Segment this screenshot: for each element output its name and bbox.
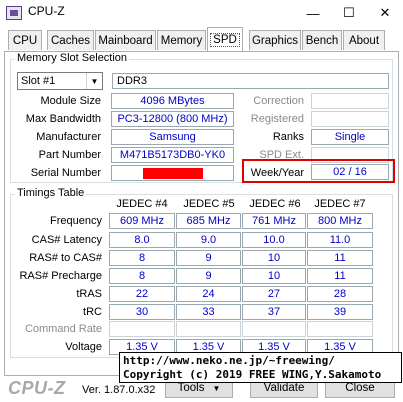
timing-col-head: JEDEC #5	[183, 198, 235, 210]
timing-cell	[109, 321, 175, 337]
correction-label: Correction	[253, 95, 304, 107]
timing-cell: 761 MHz	[242, 213, 306, 229]
tab-bench[interactable]: Bench	[302, 30, 342, 50]
timing-cell: 609 MHz	[109, 213, 175, 229]
copyright-overlay: http://www.neko.ne.jp/~freewing/ Copyrig…	[119, 352, 402, 383]
timing-cell: 30	[109, 304, 175, 320]
tab-strip: CPU Caches Mainboard Memory SPD Graphics…	[0, 27, 403, 52]
tab-cpu[interactable]: CPU	[8, 30, 42, 50]
registered-value	[311, 111, 389, 127]
timing-row-label: Voltage	[65, 341, 102, 353]
max-bandwidth-value: PC3-12800 (800 MHz)	[111, 111, 234, 127]
timing-cell: 33	[176, 304, 241, 320]
tab-graphics[interactable]: Graphics	[249, 30, 301, 50]
serial-redaction	[143, 168, 203, 179]
timing-cell	[176, 321, 241, 337]
window-title: CPU-Z	[28, 4, 65, 18]
maximize-button[interactable]: ☐	[331, 0, 367, 26]
timing-col-head: JEDEC #4	[116, 198, 168, 210]
timing-cell: 9	[176, 268, 241, 284]
correction-value	[311, 93, 389, 109]
timing-cell: 39	[307, 304, 373, 320]
timing-cell: 37	[242, 304, 306, 320]
timing-cell: 685 MHz	[176, 213, 241, 229]
timing-cell: 11	[307, 268, 373, 284]
part-number-value: M471B5173DB0-YK0	[111, 147, 234, 163]
part-number-label: Part Number	[38, 149, 101, 161]
timings-group-title: Timings Table	[15, 187, 87, 199]
timing-row-label: tRAS	[76, 288, 102, 300]
timing-cell	[307, 321, 373, 337]
max-bandwidth-label: Max Bandwidth	[25, 113, 101, 125]
timing-row-label: RAS# Precharge	[19, 270, 102, 282]
timing-row-label: Command Rate	[24, 323, 102, 335]
cpu-z-app-icon	[6, 6, 22, 20]
timing-row-label: tRC	[83, 306, 102, 318]
week-year-label: Week/Year	[250, 167, 304, 179]
slot-select-value: Slot #1	[21, 75, 56, 87]
timing-row-label: Frequency	[50, 215, 102, 227]
timing-cell: 9.0	[176, 232, 241, 248]
timing-cell: 8	[109, 250, 175, 266]
manufacturer-label: Manufacturer	[36, 131, 101, 143]
memory-slot-group-title: Memory Slot Selection	[15, 52, 130, 64]
overlay-url: http://www.neko.ne.jp/~freewing/	[123, 354, 335, 367]
timing-cell: 10.0	[242, 232, 306, 248]
module-size-value: 4096 MBytes	[111, 93, 234, 109]
registered-label: Registered	[250, 113, 304, 125]
manufacturer-value: Samsung	[111, 129, 234, 145]
timing-cell: 800 MHz	[307, 213, 373, 229]
cpu-z-logo: CPU-Z	[8, 378, 66, 398]
week-year-value: 02 / 16	[311, 164, 389, 180]
timing-col-head: JEDEC #6	[249, 198, 301, 210]
module-size-label: Module Size	[40, 95, 101, 107]
timing-cell: 27	[242, 286, 306, 302]
close-window-button[interactable]: ✕	[367, 0, 403, 26]
ranks-value: Single	[311, 129, 389, 145]
timing-cell: 8.0	[109, 232, 175, 248]
serial-number-label: Serial Number	[30, 167, 101, 179]
timing-cell: 11	[307, 250, 373, 266]
timing-cell: 10	[242, 268, 306, 284]
overlay-copyright: Copyright (c) 2019 FREE WING,Y.Sakamoto	[123, 368, 382, 381]
chevron-down-icon: ▼	[212, 383, 221, 393]
timing-cell	[242, 321, 306, 337]
timing-cell: 8	[109, 268, 175, 284]
timing-row-label: CAS# Latency	[31, 234, 102, 246]
timing-cell: 24	[176, 286, 241, 302]
timing-cell: 9	[176, 250, 241, 266]
tab-caches[interactable]: Caches	[47, 30, 94, 50]
minimize-button[interactable]: —	[295, 0, 331, 26]
timing-col-head: JEDEC #7	[314, 198, 366, 210]
serial-number-value	[111, 165, 234, 181]
title-bar: CPU-Z — ☐ ✕	[0, 0, 403, 26]
tab-memory[interactable]: Memory	[157, 30, 206, 50]
memory-type-value: DDR3	[112, 73, 389, 89]
tab-about[interactable]: About	[343, 30, 385, 50]
ranks-label: Ranks	[272, 131, 304, 143]
timing-cell: 11.0	[307, 232, 373, 248]
tab-spd[interactable]: SPD	[207, 27, 243, 51]
timing-cell: 22	[109, 286, 175, 302]
slot-select[interactable]: Slot #1 ▼	[17, 72, 103, 90]
version-label: Ver. 1.87.0.x32	[82, 384, 156, 396]
timing-cell: 10	[242, 250, 306, 266]
timing-cell: 28	[307, 286, 373, 302]
timing-row-label: RAS# to CAS#	[29, 252, 102, 264]
chevron-down-icon[interactable]: ▼	[86, 73, 102, 89]
tab-mainboard[interactable]: Mainboard	[95, 30, 156, 50]
